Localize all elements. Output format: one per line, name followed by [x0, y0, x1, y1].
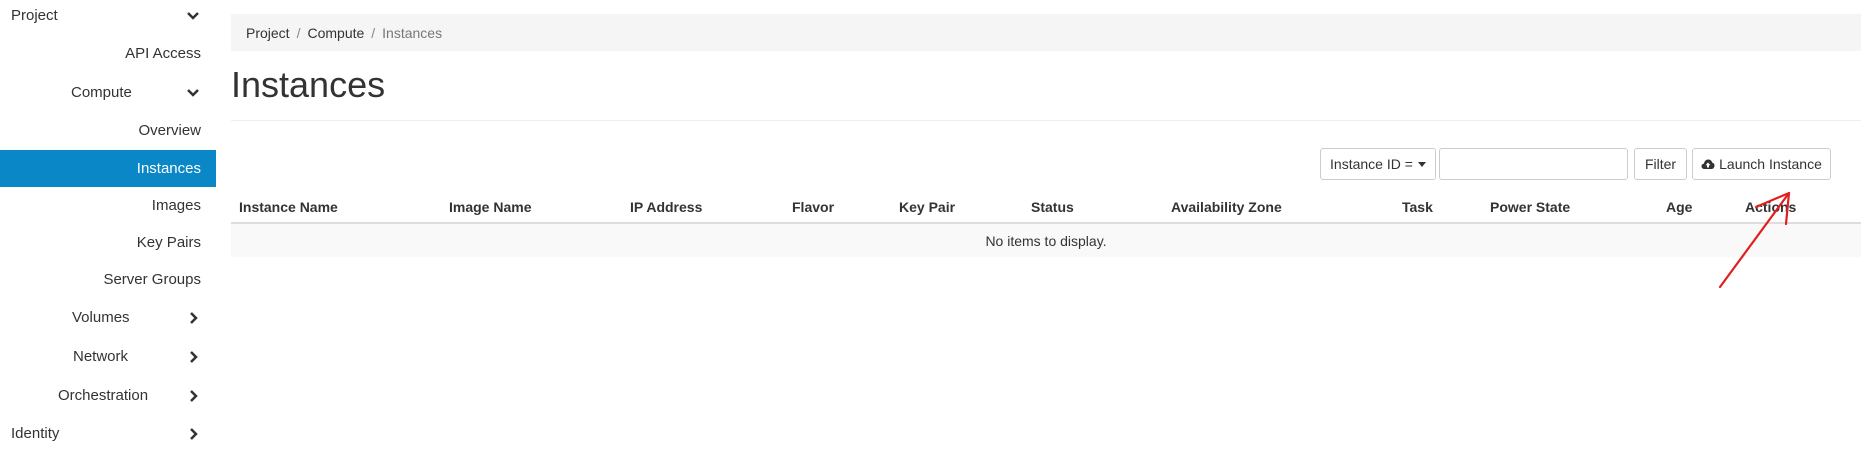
divider	[231, 120, 1861, 121]
column-header[interactable]: Status	[1031, 199, 1074, 215]
nav-identity[interactable]: Identity	[0, 415, 216, 452]
nav-network-label: Network	[73, 348, 129, 365]
chevron-right-icon	[190, 311, 198, 324]
nav-orchestration-label: Orchestration	[58, 387, 149, 404]
filter-field-dropdown[interactable]: Instance ID =	[1320, 148, 1436, 180]
cloud-upload-icon	[1701, 159, 1715, 169]
nav-overview[interactable]: Overview	[0, 112, 216, 149]
nav-instances[interactable]: Instances	[0, 150, 216, 187]
nav-volumes[interactable]: Volumes	[0, 299, 216, 336]
filter-field-label: Instance ID =	[1330, 156, 1413, 172]
launch-instance-button[interactable]: Launch Instance	[1692, 148, 1831, 180]
nav-compute-label: Compute	[71, 84, 132, 101]
column-header[interactable]: IP Address	[630, 199, 702, 215]
filter-button[interactable]: Filter	[1634, 148, 1687, 180]
chevron-down-icon	[187, 88, 199, 97]
nav-project[interactable]: Project	[0, 0, 216, 34]
caret-down-icon	[1417, 161, 1426, 167]
sidebar: Project API Access Compute Overview Inst…	[0, 0, 216, 461]
table-header: Instance Name Image Name IP Address Flav…	[231, 192, 1861, 224]
breadcrumb-compute[interactable]: Compute	[307, 25, 364, 41]
nav-identity-label: Identity	[11, 425, 60, 442]
breadcrumb-separator: /	[371, 24, 376, 41]
nav-api-access-label: API Access	[125, 45, 201, 62]
nav-orchestration[interactable]: Orchestration	[0, 377, 216, 414]
launch-instance-label: Launch Instance	[1719, 156, 1822, 172]
column-header[interactable]: Power State	[1490, 199, 1570, 215]
column-header[interactable]: Age	[1666, 199, 1692, 215]
column-header[interactable]: Task	[1402, 199, 1433, 215]
nav-api-access[interactable]: API Access	[0, 35, 216, 72]
breadcrumb-separator: /	[296, 24, 301, 41]
nav-network[interactable]: Network	[0, 338, 216, 375]
page-title: Instances	[231, 64, 386, 105]
search-input[interactable]	[1439, 148, 1628, 180]
column-header[interactable]: Key Pair	[899, 199, 955, 215]
nav-project-label: Project	[11, 7, 58, 24]
nav-key-pairs[interactable]: Key Pairs	[0, 224, 216, 261]
nav-server-groups[interactable]: Server Groups	[0, 261, 216, 298]
column-header[interactable]: Availability Zone	[1171, 199, 1282, 215]
nav-instances-label: Instances	[136, 160, 201, 177]
chevron-right-icon	[190, 427, 198, 440]
column-header: Actions	[1745, 199, 1797, 215]
nav-server-groups-label: Server Groups	[103, 271, 201, 288]
breadcrumb-current: Instances	[382, 24, 443, 41]
nav-images[interactable]: Images	[0, 187, 216, 224]
chevron-right-icon	[190, 389, 198, 402]
nav-compute[interactable]: Compute	[0, 74, 216, 111]
breadcrumb-project[interactable]: Project	[246, 25, 290, 41]
nav-volumes-label: Volumes	[72, 309, 130, 326]
column-header[interactable]: Flavor	[792, 199, 834, 215]
nav-key-pairs-label: Key Pairs	[136, 234, 201, 251]
column-header[interactable]: Image Name	[449, 199, 531, 215]
empty-table-message: No items to display.	[231, 224, 1861, 257]
chevron-down-icon	[187, 11, 199, 20]
column-header[interactable]: Instance Name	[239, 199, 338, 215]
chevron-right-icon	[190, 350, 198, 363]
nav-images-label: Images	[151, 197, 201, 214]
nav-overview-label: Overview	[138, 122, 201, 139]
breadcrumb: Project / Compute / Instances	[231, 14, 1861, 51]
